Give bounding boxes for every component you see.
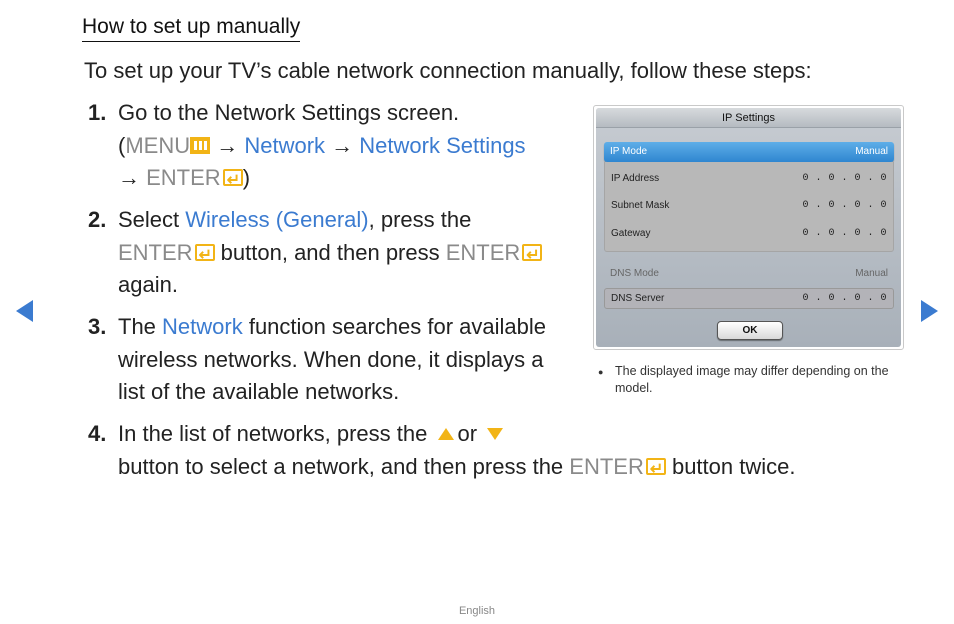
menu-icon [190,136,211,154]
enter-icon [194,240,215,272]
field-value: 0 . 0 . 0 . 0 [802,228,887,239]
network-settings-link: Network Settings [359,132,526,158]
note: ● The displayed image may differ dependi… [598,363,898,397]
step-text: Select [118,207,186,232]
subnet-mask-row[interactable]: Subnet Mask 0 . 0 . 0 . 0 [611,199,887,213]
dns-mode-row[interactable]: DNS Mode Manual [610,267,888,281]
step-text: button to select a network, and then pre… [118,453,570,479]
step-text: button twice. [665,453,796,479]
menu-key: MENU [125,132,191,158]
enter-key: ENTER [118,239,193,265]
previous-page-icon[interactable] [16,300,33,322]
down-arrow-icon [487,428,504,440]
enter-key: ENTER [569,453,644,479]
field-label: DNS Mode [610,268,659,279]
step-number: 1. [88,100,107,125]
wireless-general-option: Wireless (General) [185,207,369,232]
section-heading: How to set up manually [82,14,301,42]
field-label: Gateway [611,228,651,239]
paren: ) [242,165,251,190]
step-text: list of the available networks. [118,379,400,404]
step-text: In the list of networks, press the [118,421,428,446]
bullet-icon: ● [598,367,604,377]
step-text: , press the [368,207,472,232]
enter-icon [522,240,543,272]
ip-settings-dialog: IP Settings IP Mode Manual IP Address 0 … [593,105,904,350]
field-label: Subnet Mask [611,200,670,211]
ip-fields-group: IP Address 0 . 0 . 0 . 0 Subnet Mask 0 .… [604,162,894,252]
network-function-link: Network [162,314,243,339]
step-text: button, and then press [214,239,446,265]
step-number: 2. [88,207,107,232]
dns-server-row[interactable]: DNS Server 0 . 0 . 0 . 0 [604,288,894,309]
step-text: Go to the Network Settings screen. [118,100,460,125]
ip-mode-value: Manual [855,146,888,157]
arrow: → [210,132,245,158]
ip-mode-row[interactable]: IP Mode Manual [604,142,894,162]
next-page-icon[interactable] [921,300,938,322]
step-number: 4. [88,421,107,446]
field-value: 0 . 0 . 0 . 0 [802,173,887,184]
step-3: 3. The Network function searches for ava… [88,311,578,409]
up-arrow-icon [437,428,454,440]
step-2: 2. Select Wireless (General), press the … [88,204,578,302]
arrow: → [118,165,147,190]
field-label: IP Address [611,173,660,184]
ok-button[interactable]: OK [717,321,783,340]
field-value: 0 . 0 . 0 . 0 [802,200,887,211]
enter-key: ENTER [445,239,521,265]
ip-mode-label: IP Mode [610,146,648,157]
step-text: wireless networks. When done, it display… [118,346,544,372]
gateway-row[interactable]: Gateway 0 . 0 . 0 . 0 [611,227,887,241]
intro-text: To set up your TV’s cable network connec… [84,58,812,83]
step-text: function searches for available [242,314,547,339]
field-value: Manual [855,268,888,279]
step-text: again. [118,272,178,297]
footer-language: English [458,605,496,617]
ip-address-row[interactable]: IP Address 0 . 0 . 0 . 0 [611,172,887,186]
network-menu-link: Network [244,132,326,158]
field-value: 0 . 0 . 0 . 0 [802,293,887,304]
note-text: The displayed image may differ depending… [615,364,889,395]
step-number: 3. [88,314,107,339]
enter-key: ENTER [146,165,221,190]
arrow: → [325,132,360,158]
step-text: The [118,314,163,339]
enter-icon [645,454,666,486]
enter-icon [222,165,243,198]
field-label: DNS Server [611,293,665,304]
step-1: 1. Go to the Network Settings screen. (M… [88,97,578,198]
dialog-title: IP Settings [596,108,901,128]
step-text: or [457,421,478,446]
step-4: 4. In the list of networks, press the or… [88,418,888,486]
